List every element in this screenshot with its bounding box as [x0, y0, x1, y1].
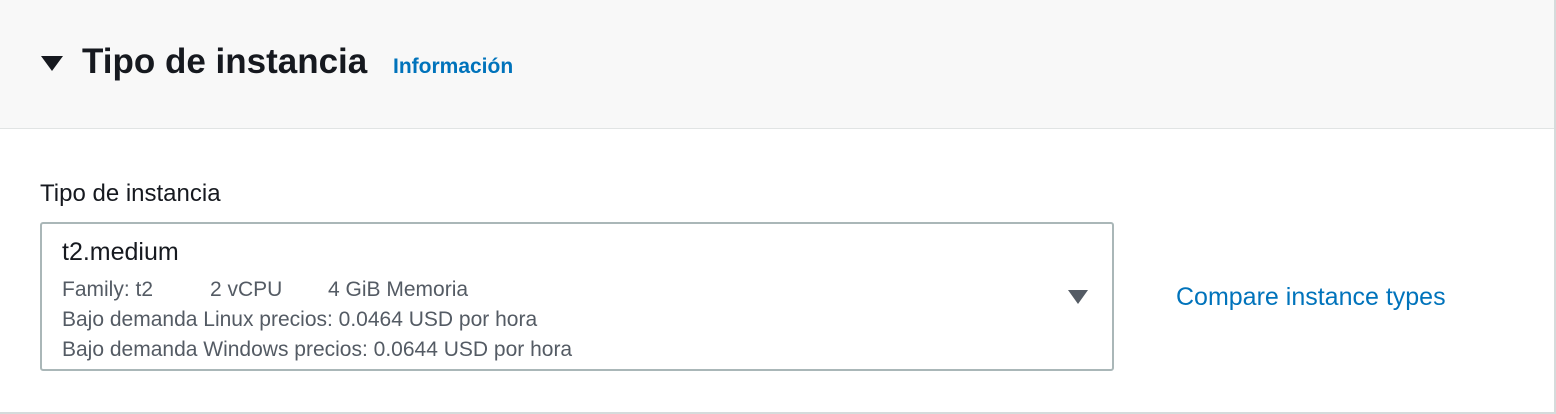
panel-header: Tipo de instancia Información — [0, 0, 1554, 129]
instance-specs: Family: t2 2 vCPU 4 GiB Memoria — [62, 276, 468, 304]
section-title: Tipo de instancia — [82, 42, 368, 81]
panel-body: Tipo de instancia t2.medium Family: t2 2 … — [0, 129, 1554, 412]
selected-instance-name: t2.medium — [62, 238, 179, 266]
windows-price: Bajo demanda Windows precios: 0.0644 USD… — [62, 338, 573, 361]
instance-type-select[interactable]: t2.medium Family: t2 2 vCPU 4 GiB Memoria … — [40, 222, 1114, 371]
instance-family: Family: t2 — [62, 278, 154, 301]
linux-price: Bajo demanda Linux precios: 0.0464 USD p… — [62, 308, 538, 331]
instance-memory: 4 GiB Memoria — [328, 278, 469, 301]
dropdown-caret-icon — [1068, 290, 1088, 304]
caret-down-icon — [41, 56, 63, 71]
collapse-toggle[interactable] — [40, 54, 64, 74]
info-link[interactable]: Información — [393, 53, 513, 81]
instance-type-label: Tipo de instancia — [40, 180, 221, 207]
compare-instance-types-link[interactable]: Compare instance types — [1176, 281, 1446, 313]
instance-vcpu: 2 vCPU — [210, 278, 283, 301]
instance-type-panel: Tipo de instancia Información Tipo de in… — [0, 0, 1556, 414]
